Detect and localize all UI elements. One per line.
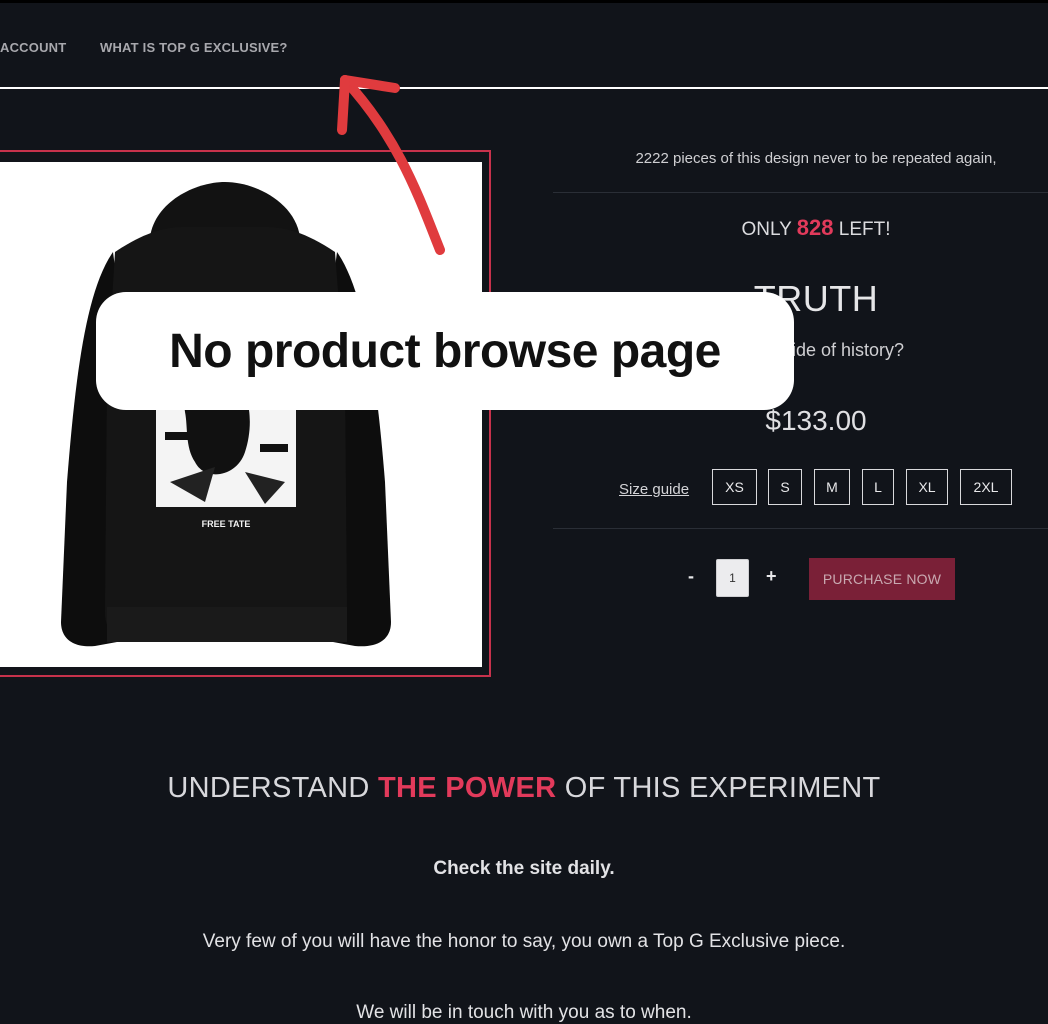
quantity-increase-button[interactable]: +: [766, 566, 777, 587]
product-image[interactable]: FREE TATE: [0, 162, 482, 667]
annotation-callout: No product browse page: [96, 292, 794, 410]
size-option-xl[interactable]: XL: [906, 469, 948, 505]
section-paragraph: Very few of you will have the honor to s…: [202, 931, 846, 952]
hoodie-image: FREE TATE: [61, 182, 391, 647]
limited-edition-text: 2222 pieces of this design never to be r…: [635, 150, 997, 167]
quantity-decrease-button[interactable]: -: [688, 566, 694, 587]
stock-prefix: ONLY: [741, 219, 792, 240]
section-paragraph: We will be in touch with you as to when.: [356, 1002, 692, 1023]
stock-counter: ONLY 828 LEFT!: [556, 215, 1048, 241]
size-option-xs[interactable]: XS: [712, 469, 757, 505]
heading-post: OF THIS EXPERIMENT: [564, 772, 881, 804]
divider: [553, 192, 1048, 193]
size-guide-link[interactable]: Size guide: [619, 481, 689, 498]
section-paragraph: Check the site daily.: [433, 858, 615, 879]
divider: [553, 528, 1048, 529]
hoodie-print-label: FREE TATE: [202, 519, 251, 529]
nav-about-link[interactable]: WHAT IS TOP G EXCLUSIVE?: [100, 40, 288, 55]
nav-account-link[interactable]: ACCOUNT: [0, 40, 66, 55]
top-border: [0, 0, 1048, 3]
size-option-s[interactable]: S: [768, 469, 802, 505]
purchase-now-button[interactable]: PURCHASE NOW: [809, 558, 955, 600]
quantity-input[interactable]: [716, 559, 749, 597]
nav-divider: [0, 87, 1048, 89]
stock-suffix: LEFT!: [838, 219, 891, 240]
heading-accent: THE POWER: [378, 772, 557, 804]
size-option-l[interactable]: L: [862, 469, 894, 505]
size-option-2xl[interactable]: 2XL: [960, 469, 1012, 505]
heading-pre: UNDERSTAND: [167, 772, 370, 804]
stock-count: 828: [796, 215, 834, 240]
section-heading: UNDERSTAND THE POWER OF THIS EXPERIMENT: [0, 772, 1048, 805]
size-option-m[interactable]: M: [814, 469, 850, 505]
